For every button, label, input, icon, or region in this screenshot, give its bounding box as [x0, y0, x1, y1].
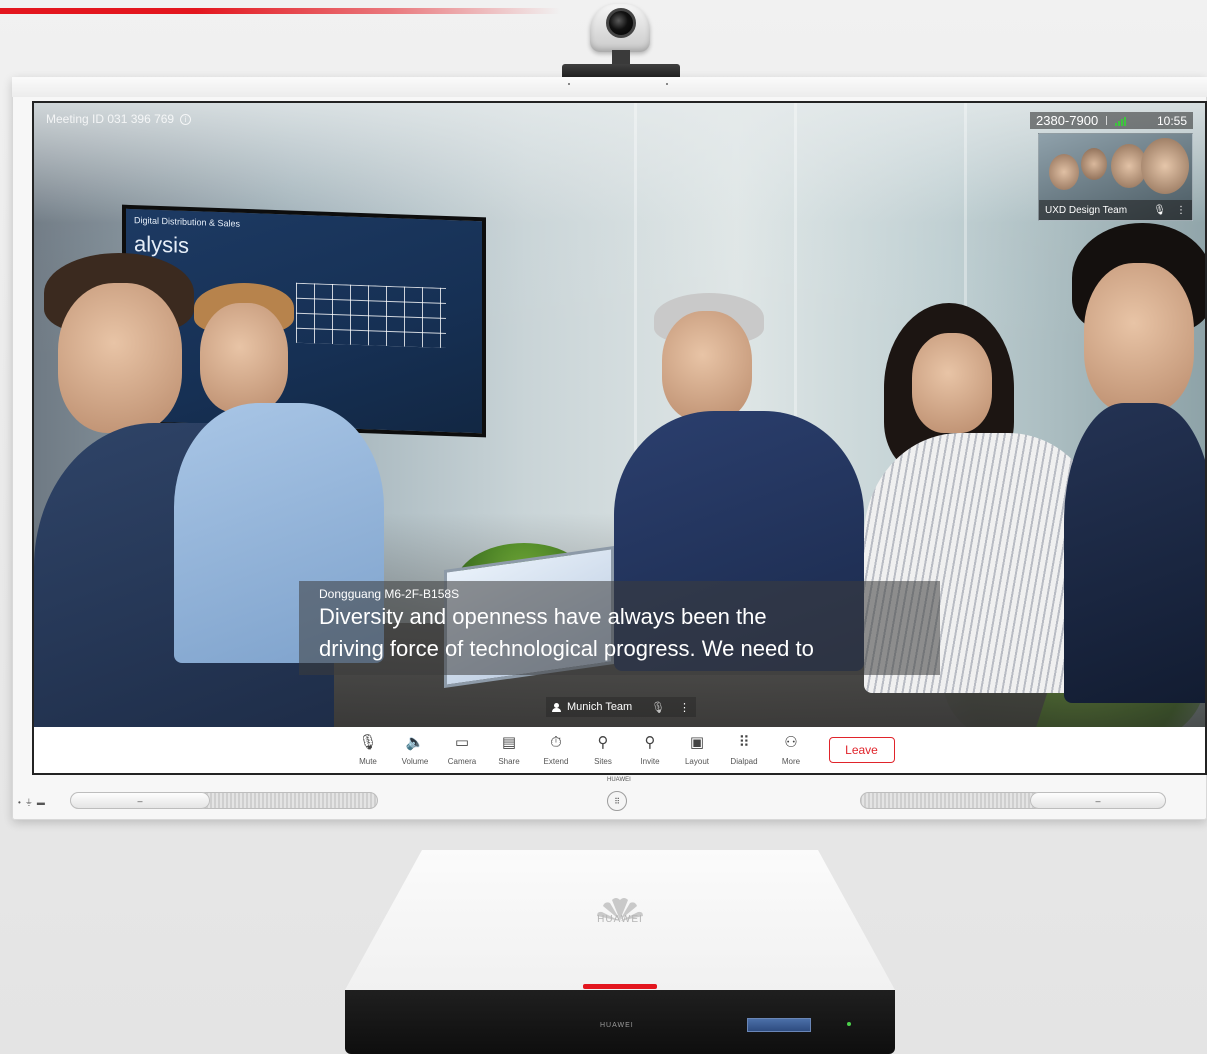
- sites-label: Sites: [594, 756, 612, 766]
- status-bar: 2380-7900 10:55: [1030, 112, 1193, 129]
- more-label: More: [781, 756, 801, 766]
- codec-front-brand: HUAWEI: [600, 1022, 634, 1029]
- stopwatch-icon: ⏱: [550, 733, 562, 751]
- dialpad-button[interactable]: ⠿ Dialpad: [721, 733, 768, 766]
- speaker-microphone-icon: 🎙: [651, 701, 665, 714]
- layout-label: Layout: [684, 756, 710, 766]
- conference-number: 2380-7900: [1036, 113, 1099, 128]
- codec-red-accent: [583, 984, 657, 989]
- caption-speaker: Dongguang M6-2F-B158S: [319, 587, 460, 601]
- info-icon[interactable]: i: [180, 113, 192, 125]
- brand-accent-line: [0, 8, 560, 14]
- invite-button[interactable]: ⚲ Invite: [627, 733, 674, 766]
- left-control-pill[interactable]: –: [70, 792, 210, 809]
- conference-camera: [560, 4, 682, 80]
- camera-icon: ▭: [454, 733, 470, 751]
- home-button[interactable]: ⠿: [607, 791, 627, 811]
- display-brand: HUAWEI: [607, 777, 631, 783]
- speaker-icon: 🔈: [405, 733, 425, 751]
- pip-microphone-icon: 🎙: [1153, 204, 1166, 216]
- extend-label: Extend: [543, 756, 569, 766]
- dialpad-icon: ⠿: [738, 733, 750, 751]
- volume-label: Volume: [401, 756, 429, 766]
- pip-site-name: UXD Design Team: [1045, 204, 1128, 216]
- codec-device: HUAWEI HUAWEI: [345, 850, 895, 1054]
- layout-icon: ▣: [689, 733, 705, 751]
- camera-button[interactable]: ▭ Camera: [439, 733, 486, 766]
- right-control-pill[interactable]: –: [1030, 792, 1166, 809]
- group-icon: ⚇: [784, 733, 798, 751]
- mute-button[interactable]: 🎙 Mute: [345, 733, 392, 766]
- share-icon: ▤: [501, 733, 517, 751]
- live-caption: Dongguang M6-2F-B158S Diversity and open…: [299, 581, 940, 675]
- video-screen: Digital Distribution & Sales alysis Meet…: [32, 101, 1207, 775]
- caption-line: Diversity and openness have always been …: [319, 604, 767, 629]
- sites-button[interactable]: ⚲ Sites: [580, 733, 627, 766]
- person-icon: [552, 702, 561, 712]
- extend-button[interactable]: ⏱ Extend: [533, 733, 580, 766]
- dialpad-label: Dialpad: [730, 756, 758, 766]
- camera-lens-icon: [606, 8, 636, 38]
- display-bottom-bezel: HUAWEI • ⏚ ▬ – ⠿ –: [12, 775, 1207, 820]
- active-speaker-name: Munich Team: [567, 701, 633, 713]
- meeting-toolbar: 🎙 Mute 🔈 Volume ▭ Camera ▤ Share ⏱ Exten…: [34, 727, 1205, 773]
- power-led-icon: [847, 1022, 851, 1026]
- pip-more-icon[interactable]: ⋮: [1176, 205, 1186, 216]
- more-button[interactable]: ⚇ More: [768, 733, 815, 766]
- meeting-id-text: Meeting ID 031 396 769: [46, 112, 175, 126]
- add-person-icon: ⚲: [644, 733, 656, 751]
- person-icon: ⚲: [597, 733, 609, 751]
- meeting-id: Meeting ID 031 396 769 i: [46, 112, 192, 126]
- codec-status-panel: [747, 1018, 811, 1032]
- caption-line: driving force of technological progress.…: [319, 636, 814, 661]
- active-speaker-label: Munich Team 🎙 ⋮: [546, 697, 696, 717]
- speaker-more-icon[interactable]: ⋮: [679, 701, 690, 714]
- mute-label: Mute: [359, 756, 377, 766]
- clock: 10:55: [1156, 113, 1187, 128]
- share-button[interactable]: ▤ Share: [486, 733, 533, 766]
- codec-top-brand: HUAWEI: [597, 914, 643, 925]
- microphone-icon: 🎙: [358, 733, 378, 751]
- display-panel: Digital Distribution & Sales alysis Meet…: [12, 77, 1207, 820]
- volume-button[interactable]: 🔈 Volume: [392, 733, 439, 766]
- invite-label: Invite: [640, 756, 660, 766]
- share-label: Share: [498, 756, 520, 766]
- signal-strength-icon: [1115, 116, 1127, 126]
- layout-button[interactable]: ▣ Layout: [674, 733, 721, 766]
- camera-label: Camera: [447, 756, 477, 766]
- leave-button[interactable]: Leave: [828, 737, 895, 763]
- pip-video[interactable]: UXD Design Team 🎙 ⋮: [1038, 133, 1193, 221]
- ports: • ⏚ ▬: [18, 798, 45, 807]
